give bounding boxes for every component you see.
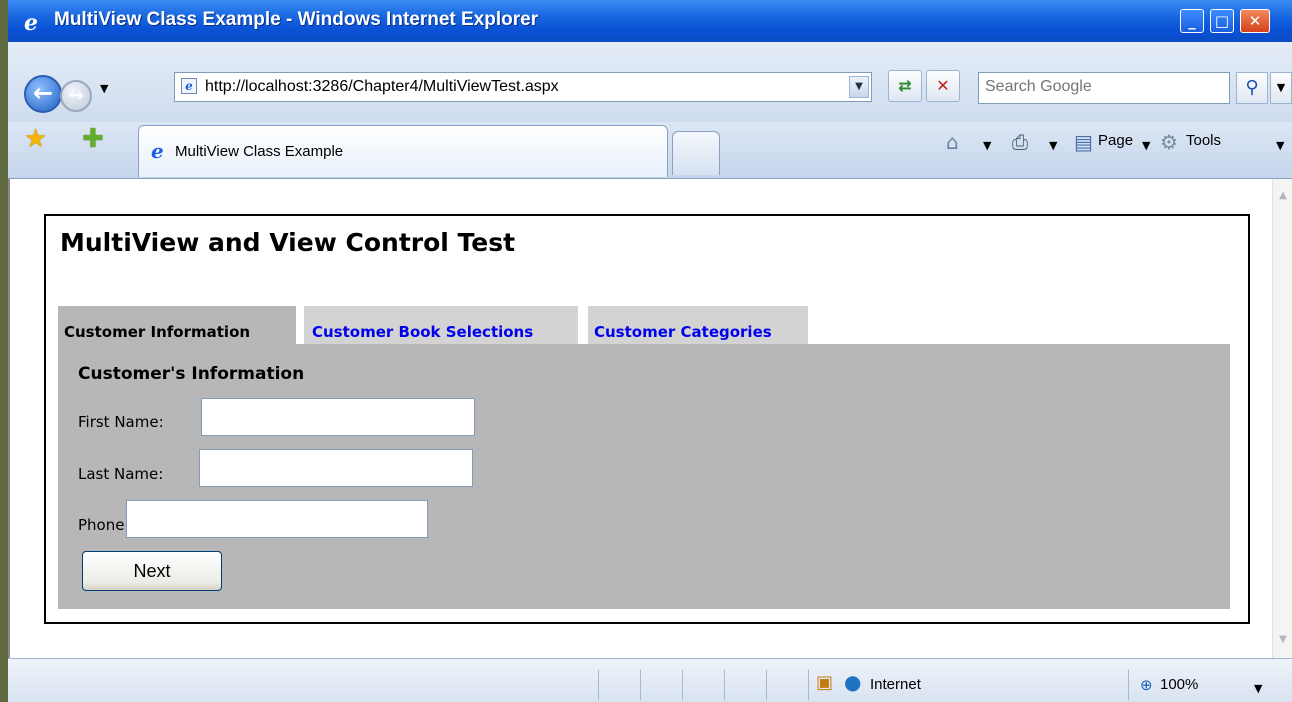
- back-icon[interactable]: ←: [24, 75, 62, 113]
- tab-customer-information[interactable]: Customer Information: [58, 306, 298, 344]
- scroll-down-icon[interactable]: ▼: [1275, 631, 1291, 649]
- first-name-label: First Name:: [78, 413, 164, 431]
- next-button[interactable]: Next: [82, 551, 222, 591]
- minimize-button[interactable]: _: [1180, 9, 1204, 33]
- tab-ie-icon: e: [151, 139, 164, 163]
- new-tab-button[interactable]: [672, 131, 720, 175]
- print-dropdown-icon[interactable]: ▼: [1049, 139, 1057, 152]
- address-url[interactable]: http://localhost:3286/Chapter4/MultiView…: [205, 78, 559, 96]
- globe-icon: ●: [844, 670, 862, 694]
- scroll-up-icon[interactable]: ▲: [1275, 187, 1291, 205]
- last-name-field[interactable]: [199, 449, 473, 487]
- protected-mode-icon[interactable]: ▣: [816, 672, 833, 693]
- status-divider: [808, 670, 809, 700]
- last-name-label: Last Name:: [78, 465, 164, 483]
- zoom-icon[interactable]: ⊕: [1140, 676, 1153, 694]
- status-divider: [682, 670, 683, 700]
- add-favorites-icon[interactable]: ✚: [82, 124, 104, 154]
- address-bar[interactable]: e http://localhost:3286/Chapter4/MultiVi…: [174, 72, 872, 102]
- print-icon[interactable]: ⎙: [1012, 130, 1028, 154]
- search-input[interactable]: [979, 73, 1231, 101]
- phone-label: Phone:: [78, 516, 130, 534]
- favorites-star-icon[interactable]: ★: [24, 124, 47, 154]
- home-icon[interactable]: ⌂: [946, 130, 959, 154]
- page-icon: e: [181, 78, 197, 94]
- maximize-button[interactable]: □: [1210, 9, 1234, 33]
- page-menu-icon[interactable]: ▤: [1074, 130, 1093, 154]
- title-bar: e MultiView Class Example - Windows Inte…: [8, 0, 1292, 42]
- search-icon[interactable]: ⚲: [1236, 72, 1268, 104]
- phone-field[interactable]: [126, 500, 428, 538]
- browser-window: e MultiView Class Example - Windows Inte…: [8, 0, 1292, 702]
- home-dropdown-icon[interactable]: ▼: [983, 139, 991, 152]
- tab-customer-categories[interactable]: Customer Categories: [588, 306, 810, 344]
- status-divider: [1128, 670, 1129, 700]
- search-options-dropdown-icon[interactable]: ▼: [1270, 72, 1292, 104]
- tab-title: MultiView Class Example: [175, 143, 344, 160]
- status-divider: [598, 670, 599, 700]
- zoom-dropdown-icon[interactable]: ▼: [1254, 682, 1262, 695]
- status-bar: [8, 658, 1292, 702]
- history-dropdown-icon[interactable]: ▼: [100, 82, 108, 95]
- vertical-scrollbar[interactable]: ▲ ▼: [1272, 179, 1292, 658]
- window-title: MultiView Class Example - Windows Intern…: [54, 9, 539, 30]
- browser-tab[interactable]: e MultiView Class Example: [138, 125, 668, 177]
- ie-logo-icon: e: [24, 10, 38, 36]
- page-dropdown-icon[interactable]: ▼: [1142, 139, 1150, 152]
- address-dropdown-icon[interactable]: ▼: [849, 76, 869, 98]
- zoom-level[interactable]: 100%: [1160, 676, 1198, 693]
- tools-dropdown-icon[interactable]: ▼: [1276, 139, 1284, 152]
- stop-icon[interactable]: ✕: [926, 70, 960, 102]
- section-title: Customer's Information: [78, 364, 305, 384]
- tools-gear-icon[interactable]: ⚙: [1160, 130, 1178, 154]
- refresh-icon[interactable]: ⇄: [888, 70, 922, 102]
- close-button[interactable]: ✕: [1240, 9, 1270, 33]
- status-divider: [640, 670, 641, 700]
- security-zone: Internet: [870, 676, 921, 693]
- tab-customer-book-selections[interactable]: Customer Book Selections: [304, 306, 580, 344]
- page-menu[interactable]: Page: [1098, 132, 1133, 149]
- status-divider: [766, 670, 767, 700]
- status-divider: [724, 670, 725, 700]
- page-title: MultiView and View Control Test: [60, 228, 516, 257]
- tools-menu[interactable]: Tools: [1186, 132, 1221, 149]
- first-name-field[interactable]: [201, 398, 475, 436]
- forward-icon[interactable]: →: [60, 80, 92, 112]
- search-box[interactable]: [978, 72, 1231, 104]
